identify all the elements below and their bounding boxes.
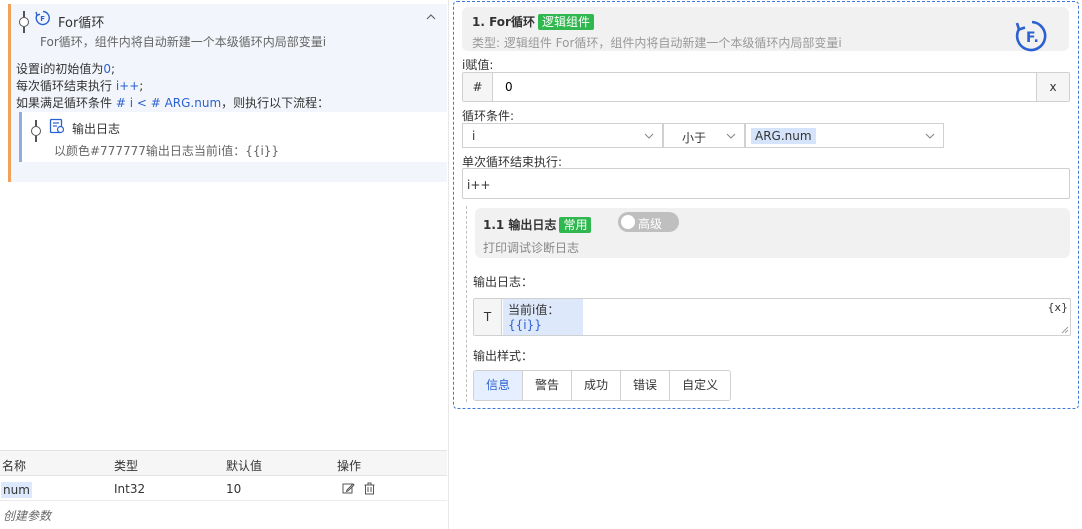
advanced-toggle-label: 高级	[638, 217, 663, 231]
log-config-title: 1.1 输出日志 常用	[483, 216, 592, 233]
clear-button[interactable]: x	[1036, 73, 1069, 101]
common-tag: 常用	[559, 217, 592, 233]
toggle-knob	[621, 215, 635, 229]
flow-panel: F For循环 For循环，组件内将自动新建一个本级循环内局部变量i 设置i的初…	[0, 0, 449, 529]
svg-text:F: F	[40, 15, 45, 23]
step-input[interactable]: i++	[462, 168, 1070, 199]
style-warning-button[interactable]: 警告	[523, 371, 573, 400]
condition-left-select[interactable]: i	[462, 123, 663, 148]
advanced-toggle[interactable]: 高级	[618, 212, 679, 232]
for-loop-title: For循环	[58, 16, 105, 31]
chevron-down-icon	[726, 133, 736, 139]
chevron-down-icon	[644, 133, 654, 139]
for-loop-summary: 设置i的初始值为0; 每次循环结束执行 i++; 如果满足循环条件 # i < …	[16, 61, 329, 112]
insert-variable-button[interactable]: {x}	[1047, 301, 1068, 314]
init-input-group: # x	[462, 72, 1070, 102]
log-output-node[interactable]: 输出日志 以颜色#777777输出日志当前i值：{{i}}	[19, 112, 447, 162]
summary-line-condition: 如果满足循环条件 # i < # ARG.num，则执行以下流程：	[16, 96, 330, 110]
svg-text:F.: F.	[1026, 30, 1039, 46]
property-title: 1. For循环 逻辑组件	[472, 13, 594, 30]
for-loop-node[interactable]: F For循环 For循环，组件内将自动新建一个本级循环内局部变量i 设置i的初…	[8, 4, 447, 182]
style-label: 输出样式：	[473, 349, 534, 363]
params-table-header: 名称 类型 默认值 操作	[0, 450, 447, 476]
log-text-area[interactable]: T 当前i值：{{i}} {x}	[473, 298, 1071, 336]
table-row: num Int32 10	[0, 476, 447, 501]
loop-icon: F	[35, 10, 50, 26]
property-header: 1. For循环 逻辑组件 类型: 逻辑组件 For循环，组件内将自动新建一个本级…	[462, 7, 1069, 52]
param-type-cell[interactable]: Int32	[114, 482, 145, 496]
node-connector-icon	[31, 120, 41, 142]
for-loop-header[interactable]: F For循环 For循环，组件内将自动新建一个本级循环内局部变量i	[11, 4, 447, 54]
summary-line-init: 设置i的初始值为0;	[16, 62, 116, 76]
log-node-description: 以颜色#777777输出日志当前i值：{{i}}	[54, 144, 280, 158]
text-type-prefix[interactable]: T	[474, 299, 502, 335]
create-param-link[interactable]: 创建参数	[3, 507, 51, 524]
param-default-cell[interactable]: 10	[226, 482, 241, 496]
params-table: 名称 类型 默认值 操作 num Int32 10 创建参数	[0, 450, 447, 527]
log-content[interactable]: 当前i值：{{i}}	[503, 299, 583, 335]
chevron-down-icon	[925, 133, 935, 139]
log-config-header: 1.1 输出日志 常用 高级 打印调试诊断日志	[475, 208, 1070, 258]
log-config-subtitle: 打印调试诊断日志	[483, 241, 580, 255]
log-node-title: 输出日志	[72, 122, 121, 136]
resize-handle-icon[interactable]	[1061, 326, 1069, 334]
delete-icon[interactable]	[363, 482, 376, 495]
log-style-group: 信息 警告 成功 错误 自定义	[473, 370, 732, 401]
summary-line-step: 每次循环结束执行 i++;	[16, 79, 144, 93]
style-success-button[interactable]: 成功	[572, 371, 622, 400]
condition-right-select[interactable]: ARG.num	[745, 123, 944, 148]
edit-icon[interactable]	[342, 482, 355, 495]
condition-operator-select[interactable]: 小于	[663, 123, 745, 148]
column-header-type: 类型	[114, 459, 139, 473]
column-header-default: 默认值	[226, 459, 263, 473]
column-header-name: 名称	[2, 459, 27, 473]
create-param-row[interactable]: 创建参数	[0, 501, 447, 527]
for-loop-logo-icon: F.	[1015, 20, 1047, 52]
workspace: F For循环 For循环，组件内将自动新建一个本级循环内局部变量i 设置i的初…	[0, 0, 1082, 529]
for-loop-description: For循环，组件内将自动新建一个本级循环内局部变量i	[40, 35, 327, 49]
condition-label: 循环条件:	[462, 109, 515, 123]
param-name-cell[interactable]: num	[1, 482, 32, 498]
log-icon	[49, 118, 65, 134]
style-info-button[interactable]: 信息	[474, 371, 524, 400]
log-variable: {{i}}	[508, 318, 542, 332]
number-type-prefix[interactable]: #	[463, 73, 493, 101]
log-label: 输出日志：	[473, 275, 534, 289]
component-type-tag: 逻辑组件	[537, 14, 594, 30]
node-connector-icon	[19, 11, 29, 33]
init-label: i赋值:	[462, 58, 494, 72]
style-error-button[interactable]: 错误	[621, 371, 671, 400]
chevron-up-icon[interactable]	[424, 10, 438, 24]
style-custom-button[interactable]: 自定义	[670, 371, 731, 400]
init-value-input[interactable]	[493, 73, 1036, 101]
property-subtitle: 类型: 逻辑组件 For循环，组件内将自动新建一个本级循环内局部变量i	[472, 36, 842, 50]
log-output-config: 1.1 输出日志 常用 高级 打印调试诊断日志 输出日志： T 当前i值：{{i}…	[466, 206, 1071, 402]
column-header-actions: 操作	[337, 459, 362, 473]
property-panel: 1. For循环 逻辑组件 类型: 逻辑组件 For循环，组件内将自动新建一个本级…	[453, 1, 1079, 409]
